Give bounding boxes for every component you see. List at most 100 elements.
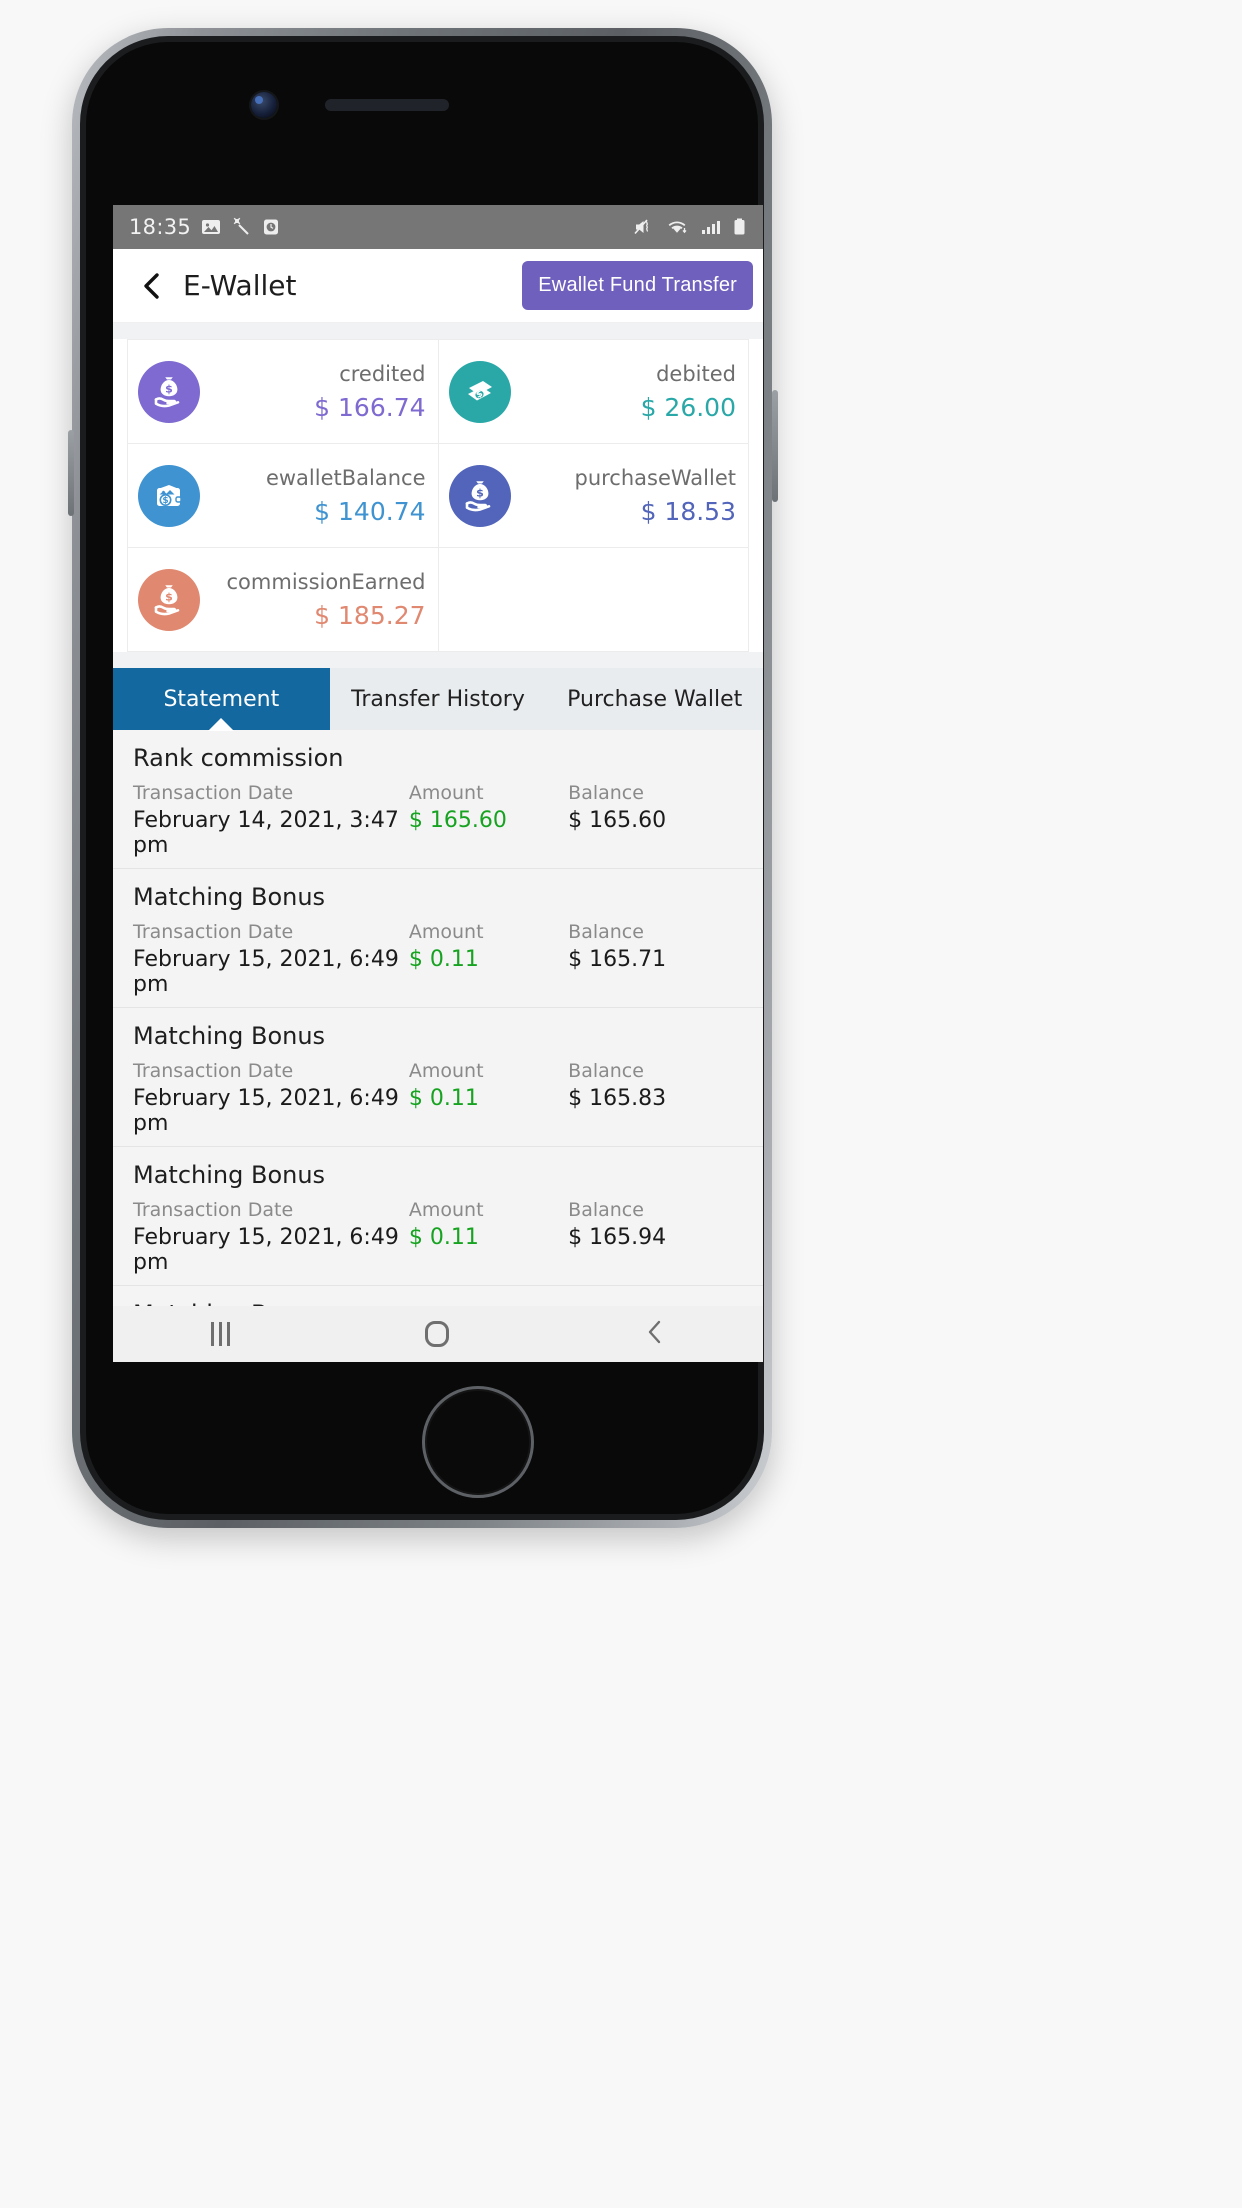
active-tab-caret-icon <box>208 718 235 731</box>
magic-wand-icon <box>231 217 251 237</box>
home-icon[interactable] <box>424 1321 449 1347</box>
page-root: 18:35 E-Wallet Ewallet Fund Transfer $ c… <box>0 0 1242 2208</box>
summary-cards-section: $ credited $ 166.74 $ debited $ 26.00 $ … <box>113 339 763 652</box>
list-item[interactable]: Matching Bonus Transaction Date Amount B… <box>113 1008 763 1147</box>
transaction-title: Matching Bonus <box>133 1022 326 1050</box>
svg-text:$: $ <box>165 382 173 395</box>
money-bag-hand-icon: $ <box>138 360 200 423</box>
tab-label: Purchase Wallet <box>567 686 743 712</box>
tab-transfer-history[interactable]: Transfer History <box>330 668 547 730</box>
summary-card-label: purchaseWallet <box>574 465 736 490</box>
list-item[interactable]: Rank commission Transaction Date Amount … <box>113 730 763 869</box>
column-header-date: Transaction Date <box>133 1060 294 1082</box>
transaction-date: February 14, 2021, 3:47 pm <box>133 808 399 858</box>
summary-card-label: debited <box>656 361 736 386</box>
mute-vibrate-icon <box>634 217 656 237</box>
column-header-amount: Amount <box>408 1060 484 1082</box>
ewallet-fund-transfer-button[interactable]: Ewallet Fund Transfer <box>522 261 753 310</box>
transaction-balance: $ 165.94 <box>568 1225 667 1250</box>
summary-card-empty <box>438 548 749 652</box>
wallet-icon: $ <box>138 464 200 527</box>
transaction-title: Matching Bonus <box>133 883 326 911</box>
transaction-balance: $ 165.60 <box>568 808 667 833</box>
status-bar-right <box>634 217 747 237</box>
summary-card-text: commissionEarned $ 185.27 <box>210 569 426 631</box>
transaction-date: February 15, 2021, 6:49 pm <box>133 1086 399 1136</box>
power-button[interactable] <box>772 390 778 502</box>
transaction-columns: Transaction Date Amount Balance February… <box>133 782 743 858</box>
column-header-date: Transaction Date <box>133 782 294 804</box>
image-icon <box>201 217 221 237</box>
summary-card-commissionearned[interactable]: $ commissionEarned $ 185.27 <box>128 548 439 652</box>
money-bag-hand-icon: $ <box>138 568 200 631</box>
status-bar-left: 18:35 <box>129 215 281 239</box>
tab-statement[interactable]: Statement <box>113 668 330 731</box>
front-camera-icon <box>251 92 277 118</box>
summary-grid: $ credited $ 166.74 $ debited $ 26.00 $ … <box>127 339 749 652</box>
summary-card-debited[interactable]: $ debited $ 26.00 <box>438 340 749 444</box>
android-nav-bar <box>113 1306 763 1362</box>
summary-card-text: purchaseWallet $ 18.53 <box>521 465 736 527</box>
status-bar: 18:35 <box>113 205 763 249</box>
section-spacer <box>113 652 763 668</box>
battery-icon <box>732 217 747 237</box>
tab-bar: Statement Transfer History Purchase Wall… <box>113 668 763 731</box>
statement-list: Rank commission Transaction Date Amount … <box>113 730 763 1348</box>
summary-card-purchasewallet[interactable]: $ purchaseWallet $ 18.53 <box>438 444 749 548</box>
recents-icon[interactable] <box>210 1322 230 1346</box>
transaction-columns: Transaction Date Amount Balance February… <box>133 1060 743 1136</box>
summary-card-text: ewalletBalance $ 140.74 <box>210 465 426 527</box>
summary-card-ewalletbalance[interactable]: $ ewalletBalance $ 140.74 <box>128 444 439 548</box>
list-item[interactable]: Matching Bonus Transaction Date Amount B… <box>113 1147 763 1286</box>
status-time: 18:35 <box>129 215 192 239</box>
summary-card-text: credited $ 166.74 <box>210 361 426 423</box>
column-header-amount: Amount <box>408 782 484 804</box>
money-bag-hand-icon: $ <box>448 464 511 527</box>
transaction-balance: $ 165.83 <box>568 1086 667 1111</box>
column-header-date: Transaction Date <box>133 921 294 943</box>
earpiece-speaker <box>325 99 449 111</box>
summary-card-value: $ 140.74 <box>314 497 426 527</box>
transaction-amount: $ 0.11 <box>408 1086 479 1111</box>
column-header-balance: Balance <box>568 782 644 804</box>
transaction-title: Rank commission <box>133 744 344 772</box>
summary-card-text: debited $ 26.00 <box>521 361 736 423</box>
app-bar: E-Wallet Ewallet Fund Transfer <box>113 249 763 323</box>
volume-button[interactable] <box>68 430 74 516</box>
column-header-amount: Amount <box>408 921 484 943</box>
summary-card-value: $ 166.74 <box>314 393 426 423</box>
transaction-balance: $ 165.71 <box>568 947 667 972</box>
list-item[interactable]: Matching Bonus Transaction Date Amount B… <box>113 869 763 1008</box>
home-button[interactable] <box>422 1386 534 1498</box>
summary-card-value: $ 18.53 <box>640 497 736 527</box>
transaction-amount: $ 0.11 <box>408 1225 479 1250</box>
tab-label: Transfer History <box>351 686 525 712</box>
column-header-balance: Balance <box>568 1199 644 1221</box>
summary-card-credited[interactable]: $ credited $ 166.74 <box>128 340 439 444</box>
svg-text:$: $ <box>162 496 168 506</box>
wifi-icon <box>666 217 690 237</box>
device-screen: 18:35 E-Wallet Ewallet Fund Transfer $ c… <box>113 205 763 1362</box>
summary-card-value: $ 26.00 <box>640 393 736 423</box>
back-chevron-icon[interactable] <box>137 271 167 301</box>
back-icon[interactable] <box>644 1319 666 1349</box>
cash-notes-icon: $ <box>448 360 511 423</box>
summary-card-value: $ 185.27 <box>314 601 426 631</box>
transaction-columns: Transaction Date Amount Balance February… <box>133 1199 743 1275</box>
transaction-columns: Transaction Date Amount Balance February… <box>133 921 743 997</box>
page-title: E-Wallet <box>183 269 297 302</box>
summary-card-label: commissionEarned <box>226 569 426 594</box>
transaction-amount: $ 0.11 <box>408 947 479 972</box>
svg-text:$: $ <box>476 486 484 499</box>
transaction-amount: $ 165.60 <box>408 808 507 833</box>
top-spacer <box>113 323 763 339</box>
transaction-date: February 15, 2021, 6:49 pm <box>133 1225 399 1275</box>
column-header-date: Transaction Date <box>133 1199 294 1221</box>
transaction-date: February 15, 2021, 6:49 pm <box>133 947 399 997</box>
tab-purchase-wallet[interactable]: Purchase Wallet <box>546 668 763 730</box>
phone-top-hardware <box>0 92 700 118</box>
tab-label: Statement <box>163 686 280 712</box>
signal-icon <box>700 217 722 237</box>
clock-icon <box>261 217 281 237</box>
summary-card-label: credited <box>339 361 426 386</box>
